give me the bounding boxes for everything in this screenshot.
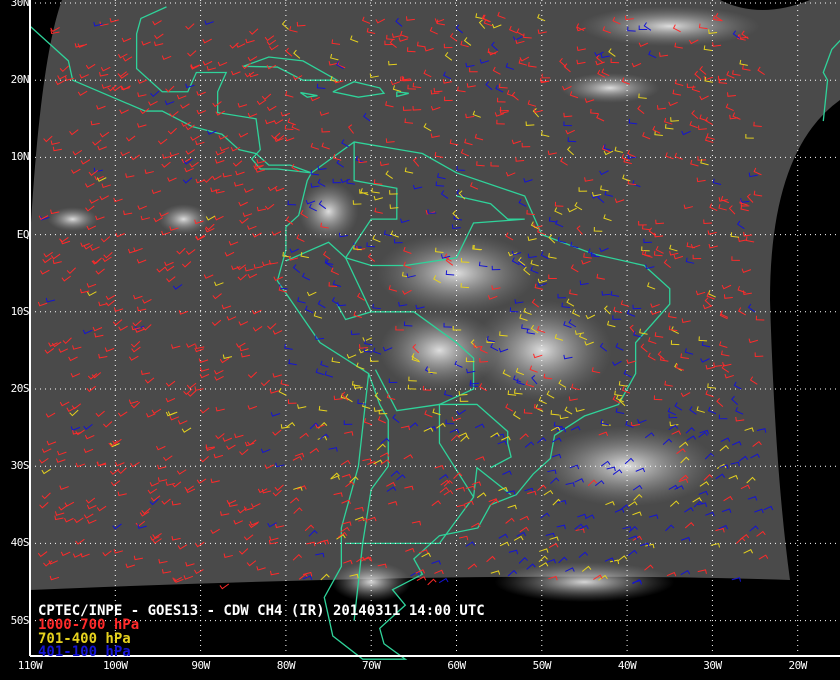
lat-label: EQ [16, 227, 30, 241]
lat-label: 20S [10, 382, 30, 395]
lon-label: 110W [17, 659, 43, 672]
lon-label: 30W [703, 659, 722, 672]
cloud [47, 207, 98, 232]
lon-label: 60W [447, 659, 466, 672]
lon-label: 80W [276, 659, 296, 672]
lon-label: 20W [788, 659, 808, 672]
cloud [298, 181, 359, 242]
lat-label: 20N [10, 73, 30, 87]
lon-label: 40W [617, 659, 637, 672]
lon-label: 90W [191, 659, 210, 672]
legend-high-level: 401-100 hPa [38, 644, 131, 660]
cloud [331, 562, 412, 602]
wind-barb [427, 578, 437, 586]
lat-label: 10S [10, 304, 30, 318]
lat-label: 30S [10, 459, 30, 473]
lat-label: 30N [10, 0, 30, 9]
lon-label: 50W [532, 659, 552, 672]
lat-label: 40S [10, 536, 30, 550]
lat-label: 10N [10, 150, 30, 164]
wind-barb [438, 577, 449, 584]
lon-label: 70W [362, 659, 381, 672]
cloud [158, 204, 209, 235]
satellite-wind-map [29, 0, 840, 660]
lon-label: 100W [103, 659, 128, 672]
cloud [579, 6, 760, 47]
lat-label: 50S [10, 613, 30, 627]
wind-barb [219, 583, 230, 590]
